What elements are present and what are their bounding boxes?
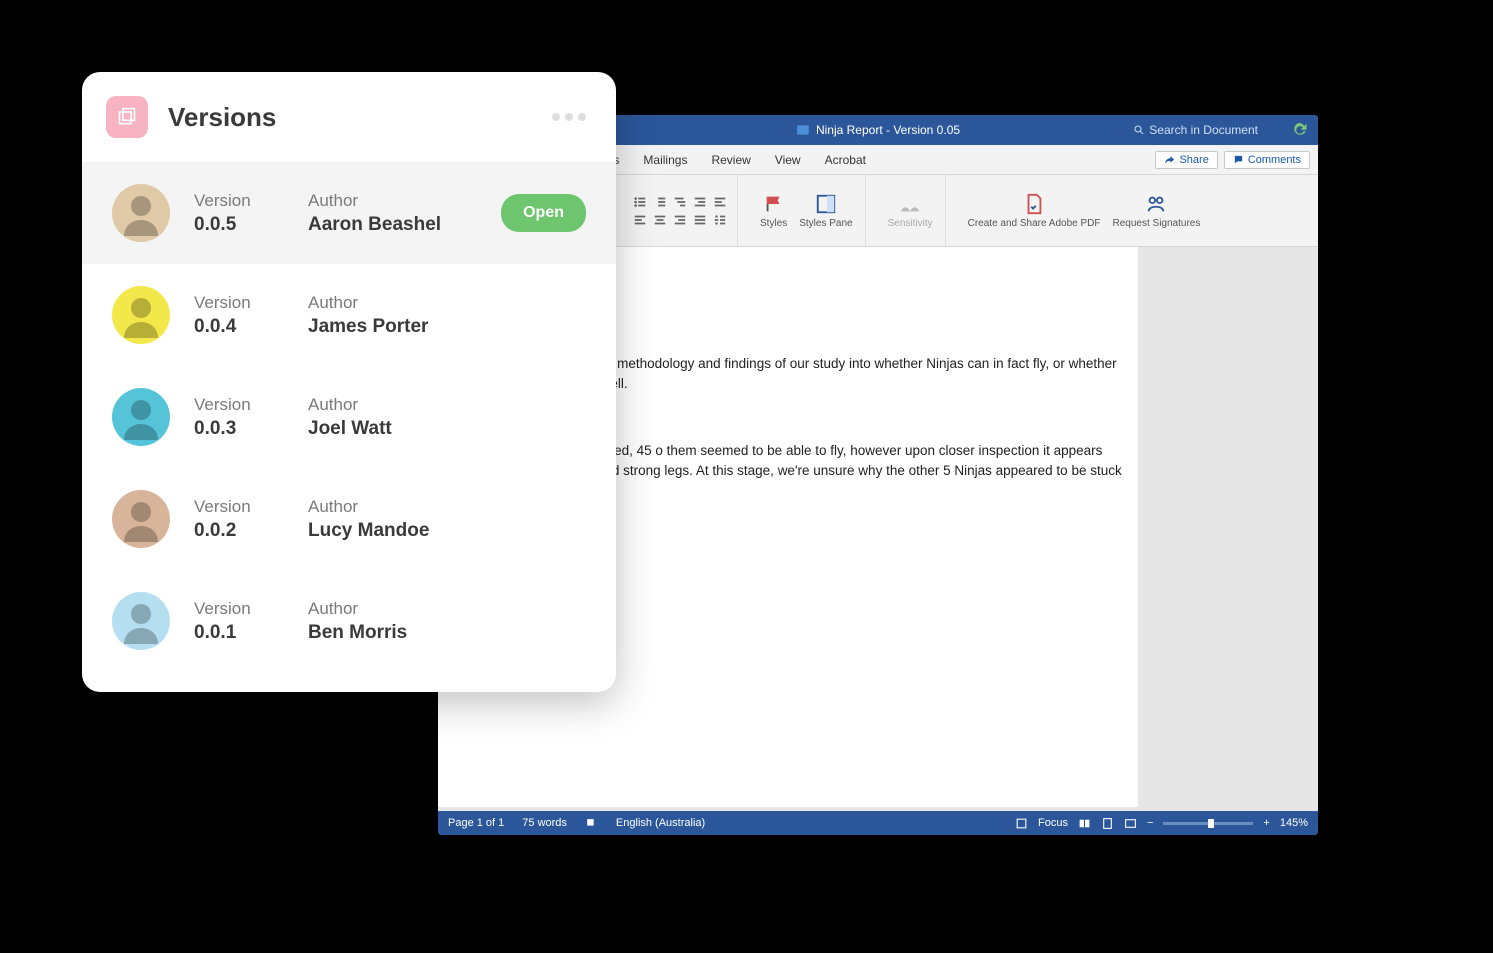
avatar <box>112 490 170 548</box>
version-label: Version <box>194 497 284 517</box>
outdent-icon[interactable] <box>693 195 707 209</box>
version-item[interactable]: Version 0.0.1 Author Ben Morris <box>82 570 616 672</box>
versions-title: Versions <box>168 102 276 133</box>
version-item[interactable]: Version 0.0.2 Author Lucy Mandoe <box>82 468 616 570</box>
search-box[interactable]: Search in Document <box>1133 123 1258 137</box>
bullets-icon[interactable] <box>633 195 647 209</box>
adobe-sign-button[interactable]: Request Signatures <box>1109 193 1205 229</box>
author-name: Ben Morris <box>308 622 407 644</box>
more-icon[interactable] <box>552 113 586 121</box>
search-placeholder: Search in Document <box>1149 123 1258 137</box>
adobe-create-button[interactable]: Create and Share Adobe PDF <box>964 193 1105 229</box>
print-layout-icon[interactable] <box>1101 817 1114 830</box>
adobe-group: Create and Share Adobe PDF Request Signa… <box>956 175 1213 246</box>
version-label: Version <box>194 293 284 313</box>
version-number: 0.0.4 <box>194 316 284 338</box>
window-title: Ninja Report - Version 0.05 <box>796 123 960 137</box>
zoom-in[interactable]: + <box>1263 817 1269 829</box>
author-name: Lucy Mandoe <box>308 520 429 542</box>
multilevel-icon[interactable] <box>673 195 687 209</box>
sensitivity-group: Sensitivity <box>876 175 946 246</box>
language[interactable]: English (Australia) <box>616 817 705 829</box>
versions-header: Versions <box>82 72 616 162</box>
author-name: James Porter <box>308 316 428 338</box>
word-count[interactable]: 75 words <box>522 817 567 829</box>
align-center-icon[interactable] <box>653 213 667 227</box>
spellcheck-icon[interactable] <box>585 817 598 830</box>
justify-icon[interactable] <box>693 213 707 227</box>
versions-panel: Versions Version 0.0.5 Author Aaron Beashel… <box>82 72 616 692</box>
share-button[interactable]: Share <box>1155 151 1217 169</box>
versions-logo <box>106 96 148 138</box>
version-item[interactable]: Version 0.0.5 Author Aaron Beashel Open <box>82 162 616 264</box>
version-item[interactable]: Version 0.0.3 Author Joel Watt <box>82 366 616 468</box>
align-left-icon[interactable] <box>633 213 647 227</box>
version-number: 0.0.2 <box>194 520 284 542</box>
zoom-slider[interactable] <box>1163 822 1253 825</box>
page-indicator[interactable]: Page 1 of 1 <box>448 817 504 829</box>
styles-pane-button[interactable]: Styles Pane <box>795 193 856 229</box>
version-label: Version <box>194 191 284 211</box>
styles-group: Styles Styles Pane <box>748 175 866 246</box>
comments-button[interactable]: Comments <box>1224 151 1310 169</box>
read-mode-icon[interactable] <box>1078 817 1091 830</box>
avatar <box>112 286 170 344</box>
author-name: Joel Watt <box>308 418 392 440</box>
version-label: Version <box>194 599 284 619</box>
version-number: 0.0.5 <box>194 214 284 236</box>
search-icon <box>1133 124 1145 136</box>
zoom-level[interactable]: 145% <box>1280 817 1308 829</box>
paragraph-group <box>625 175 738 246</box>
author-label: Author <box>308 293 428 313</box>
sensitivity-button: Sensitivity <box>884 193 937 229</box>
author-label: Author <box>308 191 441 211</box>
tab-view[interactable]: View <box>763 145 813 174</box>
author-label: Author <box>308 395 392 415</box>
focus-icon[interactable] <box>1015 817 1028 830</box>
author-name: Aaron Beashel <box>308 214 441 236</box>
numbering-icon[interactable] <box>653 195 667 209</box>
avatar <box>112 184 170 242</box>
indent-icon[interactable] <box>713 195 727 209</box>
align-right-icon[interactable] <box>673 213 687 227</box>
version-item[interactable]: Version 0.0.4 Author James Porter <box>82 264 616 366</box>
open-button[interactable]: Open <box>501 194 586 232</box>
web-layout-icon[interactable] <box>1124 817 1137 830</box>
sync-icon[interactable] <box>1290 120 1308 141</box>
avatar <box>112 388 170 446</box>
tab-acrobat[interactable]: Acrobat <box>813 145 878 174</box>
author-label: Author <box>308 599 407 619</box>
line-spacing-icon[interactable] <box>713 213 727 227</box>
avatar <box>112 592 170 650</box>
version-number: 0.0.3 <box>194 418 284 440</box>
word-icon <box>796 123 810 137</box>
focus-label[interactable]: Focus <box>1038 817 1068 829</box>
zoom-out[interactable]: − <box>1147 817 1153 829</box>
author-label: Author <box>308 497 429 517</box>
version-number: 0.0.1 <box>194 622 284 644</box>
tab-review[interactable]: Review <box>699 145 762 174</box>
styles-button[interactable]: Styles <box>756 193 791 229</box>
tab-mailings[interactable]: Mailings <box>631 145 699 174</box>
status-bar: Page 1 of 1 75 words English (Australia)… <box>438 811 1318 835</box>
version-label: Version <box>194 395 284 415</box>
